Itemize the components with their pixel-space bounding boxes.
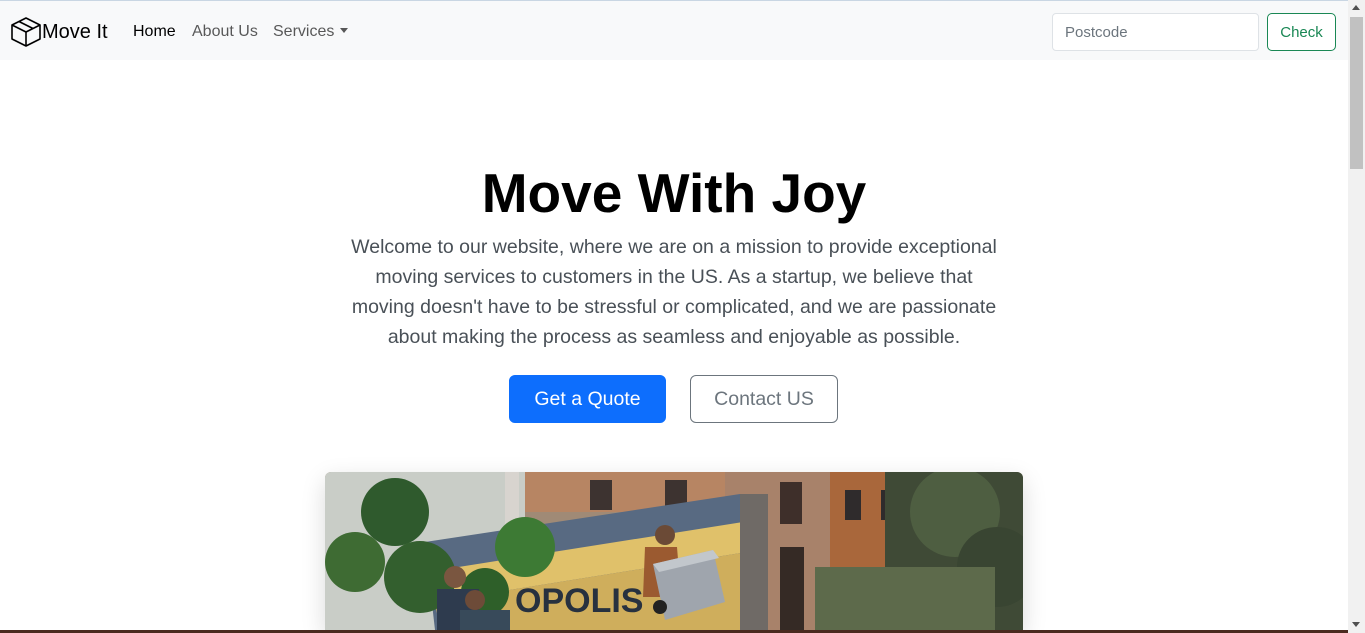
scrollbar-thumb[interactable] [1350,17,1363,169]
caret-down-icon [340,28,349,33]
nav-about-us-link[interactable]: About Us [192,23,258,41]
get-a-quote-button[interactable]: Get a Quote [509,375,666,423]
vertical-scrollbar[interactable] [1348,0,1365,633]
box-icon [10,16,42,48]
scroll-up-arrow-icon[interactable] [1352,5,1360,10]
nav-home-link[interactable]: Home [133,23,176,41]
hero-description: Welcome to our website, where we are on … [351,236,997,348]
hero-title: Move With Joy [481,162,867,224]
scroll-down-arrow-icon[interactable] [1352,622,1360,627]
truck-text: OPOLIS [515,582,643,620]
nav-services-label: Services [273,23,335,40]
postcode-input[interactable] [1052,13,1259,51]
hero-image: OPOLIS [325,472,1023,630]
navbar: Move It Home About Us Services Check [0,0,1348,60]
brand-link[interactable]: Move It [10,15,108,49]
check-button[interactable]: Check [1267,13,1336,51]
brand-name: Move It [42,21,108,43]
nav-services-dropdown[interactable]: Services [273,23,349,41]
contact-us-button[interactable]: Contact US [690,375,838,423]
